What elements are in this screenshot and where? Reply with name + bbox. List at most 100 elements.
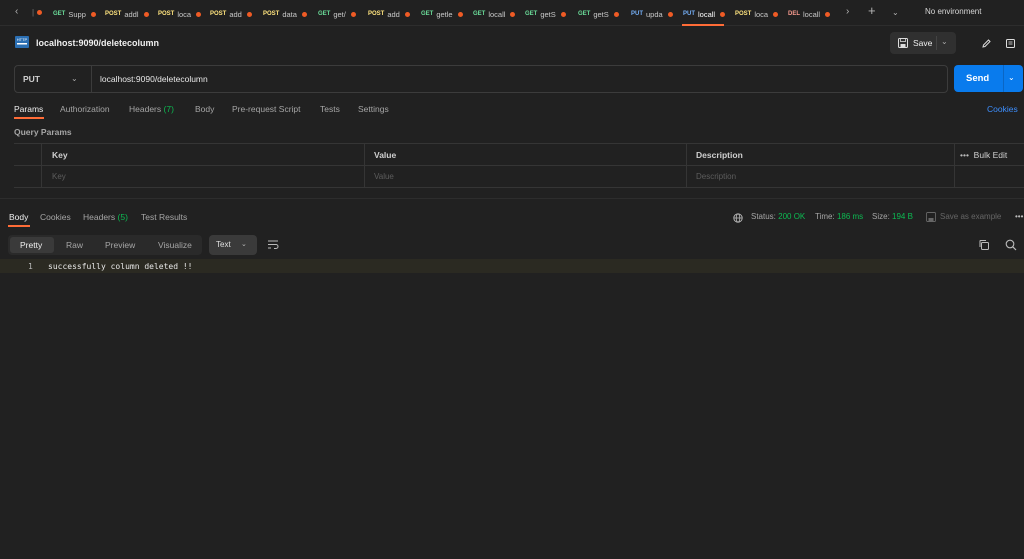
table-col-divider bbox=[686, 143, 687, 188]
request-tab-method: GET bbox=[473, 11, 486, 17]
request-tab[interactable]: GET Supp bbox=[53, 8, 96, 20]
new-tab-plus-icon[interactable]: + bbox=[868, 3, 876, 18]
param-description-input[interactable]: Description bbox=[696, 172, 736, 181]
environment-selector[interactable]: No environment bbox=[925, 7, 981, 16]
unsaved-dot-icon bbox=[301, 11, 307, 17]
param-key-input[interactable]: Key bbox=[52, 172, 66, 181]
request-tab[interactable]: POST loca bbox=[158, 8, 202, 20]
tabs-scroll-left-icon[interactable]: ‹ bbox=[15, 6, 18, 17]
param-value-input[interactable]: Value bbox=[374, 172, 394, 181]
request-tab[interactable]: PUT locall bbox=[683, 8, 726, 20]
response-body-text[interactable]: successfully column deleted !! bbox=[48, 262, 193, 271]
save-button-label: Save bbox=[913, 38, 933, 48]
col-header-key: Key bbox=[52, 150, 68, 160]
unsaved-dot-icon bbox=[143, 11, 149, 17]
request-tab-method: PUT bbox=[631, 11, 643, 17]
request-tab[interactable]: POST add bbox=[368, 8, 410, 20]
pencil-icon bbox=[981, 38, 991, 48]
send-dropdown-chevron-icon[interactable]: ⌄ bbox=[1008, 73, 1015, 82]
unsaved-dot-icon bbox=[37, 10, 42, 15]
globe-icon[interactable] bbox=[733, 213, 743, 223]
request-tab[interactable]: PUT upda bbox=[631, 8, 673, 20]
unsaved-dot-icon bbox=[404, 11, 410, 17]
tab-params[interactable]: Params bbox=[14, 104, 43, 114]
format-raw[interactable]: Raw bbox=[66, 240, 83, 250]
request-tab-method: POST bbox=[210, 11, 227, 17]
status-label: Status: bbox=[751, 212, 776, 221]
save-button[interactable]: Save ⌄ bbox=[890, 32, 956, 54]
request-tab[interactable]: POST add bbox=[210, 8, 252, 20]
response-status[interactable]: Status: 200 OK bbox=[751, 212, 805, 221]
table-row-divider bbox=[14, 165, 1024, 166]
bulk-edit-button[interactable]: ••• Bulk Edit bbox=[960, 150, 1007, 160]
request-tab[interactable]: POST addl bbox=[105, 8, 149, 20]
tabs-dropdown-chevron-icon[interactable]: ⌄ bbox=[892, 8, 899, 17]
format-pretty[interactable]: Pretty bbox=[20, 240, 42, 250]
request-tab[interactable]: GET getS bbox=[525, 8, 566, 20]
more-options-icon[interactable]: ••• bbox=[960, 150, 969, 160]
tab-pre-request-script[interactable]: Pre-request Script bbox=[232, 104, 301, 114]
format-preview[interactable]: Preview bbox=[105, 240, 135, 250]
request-tab-method: GET bbox=[525, 11, 538, 17]
request-tab-title: locall bbox=[803, 9, 821, 19]
edit-pencil-button[interactable] bbox=[975, 32, 997, 54]
tab-headers-label: Headers bbox=[129, 104, 162, 114]
save-as-example-button[interactable]: Save as example bbox=[940, 212, 1001, 221]
unsaved-dot-icon bbox=[720, 11, 726, 17]
url-input[interactable]: localhost:9090/deletecolumn bbox=[100, 74, 208, 84]
wrap-lines-icon[interactable] bbox=[267, 239, 279, 250]
table-col-divider bbox=[364, 143, 365, 188]
tab-settings[interactable]: Settings bbox=[358, 104, 389, 114]
response-divider bbox=[0, 198, 1024, 199]
response-time[interactable]: Time: 186 ms bbox=[815, 212, 863, 221]
response-type-chevron-icon: ⌄ bbox=[241, 241, 247, 248]
unsaved-dot-icon bbox=[560, 11, 566, 17]
col-header-value: Value bbox=[374, 150, 397, 160]
response-tab-test-results[interactable]: Test Results bbox=[141, 212, 187, 222]
request-tab-method: GET bbox=[421, 11, 434, 17]
tab-tests[interactable]: Tests bbox=[320, 104, 340, 114]
request-tab-title: get/ bbox=[333, 9, 346, 19]
copy-icon[interactable] bbox=[978, 239, 990, 251]
request-tab-title: data bbox=[282, 9, 297, 19]
method-chevron-icon[interactable]: ⌄ bbox=[71, 74, 78, 83]
tabs-scroll-right-icon[interactable]: › bbox=[846, 6, 849, 17]
request-tab-title: loca bbox=[754, 9, 769, 19]
request-tab[interactable]: GET getS bbox=[578, 8, 619, 20]
request-tab-method: PUT bbox=[683, 11, 695, 17]
request-tab[interactable]: GET locall bbox=[473, 8, 516, 20]
bulk-edit-label: Bulk Edit bbox=[973, 150, 1008, 160]
tab-body[interactable]: Body bbox=[195, 104, 214, 114]
request-tab-method: POST bbox=[158, 11, 175, 17]
documentation-button[interactable] bbox=[999, 32, 1021, 54]
response-type-dropdown[interactable]: Text ⌄ bbox=[209, 235, 257, 255]
request-tab-method: POST bbox=[263, 11, 280, 17]
send-button[interactable]: Send ⌄ bbox=[954, 65, 1023, 92]
response-size[interactable]: Size: 194 B bbox=[872, 212, 913, 221]
response-format-tabs: Pretty Raw Preview Visualize bbox=[8, 235, 202, 255]
search-icon[interactable] bbox=[1005, 239, 1017, 251]
request-title[interactable]: localhost:9090/deletecolumn bbox=[36, 38, 159, 48]
cookies-link[interactable]: Cookies bbox=[987, 104, 1018, 114]
request-tab-title: loca bbox=[177, 9, 192, 19]
url-divider bbox=[91, 66, 92, 92]
save-floppy-icon bbox=[898, 38, 908, 48]
response-tab-body[interactable]: Body bbox=[9, 212, 28, 222]
request-tab[interactable]: GET getle bbox=[421, 8, 463, 20]
format-visualize[interactable]: Visualize bbox=[158, 240, 192, 250]
table-col-divider bbox=[41, 143, 42, 188]
unsaved-dot-icon bbox=[613, 11, 619, 17]
save-dropdown-chevron-icon[interactable]: ⌄ bbox=[941, 37, 948, 46]
time-label: Time: bbox=[815, 212, 835, 221]
response-tab-headers[interactable]: Headers (5) bbox=[83, 212, 128, 222]
request-tab-title: add bbox=[387, 9, 400, 19]
tab-headers[interactable]: Headers (7) bbox=[129, 104, 174, 114]
request-tab[interactable]: GET get/ bbox=[318, 8, 356, 20]
request-tab[interactable]: POST data bbox=[263, 8, 307, 20]
response-tab-cookies[interactable]: Cookies bbox=[40, 212, 71, 222]
tab-authorization[interactable]: Authorization bbox=[60, 104, 110, 114]
request-tab[interactable]: DEL locall bbox=[788, 8, 831, 20]
request-tab[interactable]: POST loca bbox=[735, 8, 779, 20]
response-more-options-icon[interactable]: ••• bbox=[1015, 212, 1023, 221]
method-selector[interactable]: PUT bbox=[23, 74, 40, 84]
